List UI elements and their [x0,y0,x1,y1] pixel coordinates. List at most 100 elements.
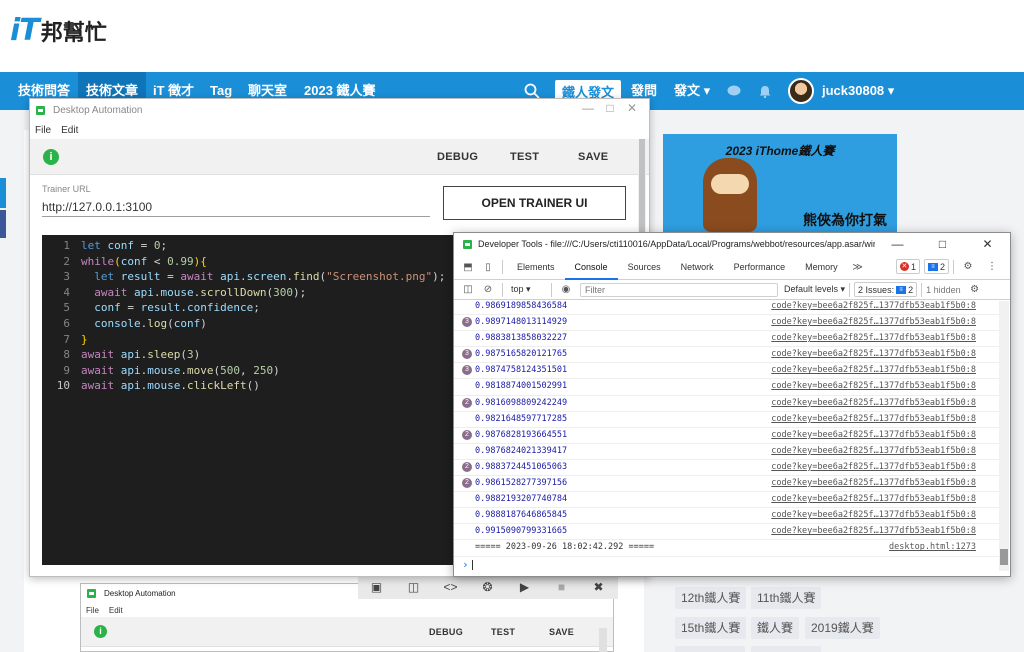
tab-network[interactable]: Network [671,255,724,280]
menu-edit[interactable]: Edit [61,125,78,136]
log-source-link[interactable]: code?key=bee6a2f825f…1377dfb53eab1f5b0:8 [771,398,976,408]
debug-button[interactable]: DEBUG [437,139,478,175]
console-prompt-row[interactable]: › [454,557,1000,573]
app2-scrollbar[interactable] [599,628,607,652]
test-button[interactable]: TEST [510,139,539,175]
site-logo[interactable]: iT 邦幫忙 [10,14,107,48]
menu-file[interactable]: File [86,606,99,615]
log-source-link[interactable]: code?key=bee6a2f825f…1377dfb53eab1f5b0:8 [771,365,976,375]
log-source-link[interactable]: code?key=bee6a2f825f…1377dfb53eab1f5b0:8 [771,494,976,504]
devtools-tabbar: ⬒ ▯ Elements Console Sources Network Per… [454,255,1010,280]
logo-text: 邦幫忙 [40,20,107,45]
trainer-url-input[interactable] [42,197,430,217]
code-line: 7} [42,332,445,348]
stop-icon[interactable]: ■ [543,580,580,594]
code-icon[interactable]: <> [432,580,469,594]
more-options-icon[interactable]: ⋮ [982,261,1002,272]
log-source-link[interactable]: code?key=bee6a2f825f…1377dfb53eab1f5b0:8 [771,349,976,359]
more-tabs-icon[interactable]: ≫ [848,262,868,273]
log-source-link[interactable]: code?key=bee6a2f825f…1377dfb53eab1f5b0:8 [771,510,976,520]
log-value: 0.9876828193664551 [475,429,568,440]
repeat-count-badge: 2 [462,397,472,408]
log-source-link[interactable]: code?key=bee6a2f825f…1377dfb53eab1f5b0:8 [771,462,976,472]
tag-2019-ironman[interactable]: 2019鐵人賽 [805,617,880,639]
log-source-link[interactable]: code?key=bee6a2f825f…1377dfb53eab1f5b0:8 [771,430,976,440]
close-circle-icon[interactable]: ✖ [580,580,617,594]
log-value: 0.9883813858032227 [475,333,568,344]
username-menu[interactable]: juck30808 ▾ [814,72,902,110]
write-dropdown[interactable]: 發文 ▾ [666,72,718,110]
tag-11th-ironman[interactable]: 11th鐵人賽 [751,587,822,609]
save-button[interactable]: SAVE [578,139,608,175]
sidebar-toggle-icon[interactable]: ◫ [458,284,478,295]
maximize-icon[interactable]: □ [599,101,621,115]
close-icon[interactable]: ✕ [621,101,643,115]
inspect-element-icon[interactable]: ⬒ [458,262,478,273]
console-filter-input[interactable] [580,282,778,297]
tab-console[interactable]: Console [564,255,618,280]
issues-label: 2 Issues: [858,284,895,295]
message-badge[interactable]: ≡ 2 [923,259,949,274]
maximize-icon[interactable]: □ [920,233,965,255]
save-button[interactable]: SAVE [549,617,574,647]
test-button[interactable]: TEST [491,617,515,647]
tag-12th-ironman[interactable]: 12th鐵人賽 [675,587,747,609]
log-source-link[interactable]: code?key=bee6a2f825f…1377dfb53eab1f5b0:8 [771,478,976,488]
tag-ironman[interactable]: 鐵人賽 [751,617,800,639]
tab-memory[interactable]: Memory [795,255,848,280]
issues-button[interactable]: 2 Issues: ≡ 2 [854,282,918,297]
tab-elements[interactable]: Elements [507,255,565,280]
divider [502,260,503,274]
log-source-link[interactable]: code?key=bee6a2f825f…1377dfb53eab1f5b0:8 [771,301,976,311]
code-line: 9 await api.mouse.move(500, 250) [42,363,445,379]
minimize-icon[interactable]: — [875,233,920,255]
log-source-link[interactable]: code?key=bee6a2f825f…1377dfb53eab1f5b0:8 [771,381,976,391]
log-value: 0.9861528277397156 [475,478,568,489]
chat-icon[interactable] [727,72,741,110]
open-trainer-ui-button[interactable]: OPEN TRAINER UI [443,186,626,220]
clear-console-icon[interactable]: ⊘ [478,284,498,295]
log-source-link[interactable]: code?key=bee6a2f825f…1377dfb53eab1f5b0:8 [771,333,976,343]
tab-sources[interactable]: Sources [618,255,671,280]
console-settings-gear-icon[interactable]: ⚙ [965,284,985,295]
console-log-row: 2 0.9876828193664551 code?key=bee6a2f825f…… [454,428,1000,444]
log-source-link[interactable]: code?key=bee6a2f825f…1377dfb53eab1f5b0:8 [771,446,976,456]
tab-performance[interactable]: Performance [724,255,796,280]
log-value: 0.9897148013114929 [475,317,568,328]
repeat-count-badge: 3 [462,349,472,360]
ironman-banner[interactable]: 2023 iThome鐵人賽 熊俠為你打氣 [663,134,897,234]
tag-partial[interactable] [675,646,745,652]
code-line: 6 console.log(conf) [42,316,445,332]
menu-edit[interactable]: Edit [109,606,123,615]
bell-icon[interactable] [759,72,771,110]
error-badge[interactable]: ✕ 1 [895,259,920,274]
screen-capture-icon[interactable]: ◫ [395,580,432,594]
play-icon[interactable]: ▶ [506,580,543,594]
minimize-icon[interactable]: — [577,101,599,115]
line-number: 6 [63,316,70,330]
app2-title: Desktop Automation [104,589,176,598]
app-icon [463,239,472,249]
settings-gear-icon[interactable]: ⚙ [958,261,978,272]
log-source-link[interactable]: code?key=bee6a2f825f…1377dfb53eab1f5b0:8 [771,526,976,536]
device-toolbar-icon[interactable]: ▯ [478,262,498,273]
log-source-link[interactable]: desktop.html:1273 [889,542,976,552]
aperture-icon[interactable]: ❂ [469,580,506,594]
log-levels-dropdown[interactable]: Default levels ▾ [784,284,845,295]
eye-icon[interactable]: ◉ [556,284,576,295]
debug-button[interactable]: DEBUG [429,617,463,647]
close-icon[interactable]: ✕ [965,233,1010,255]
menu-file[interactable]: File [35,125,51,136]
console-scrollbar-thumb[interactable] [1000,549,1008,565]
camera-icon[interactable]: ▣ [358,580,395,594]
trainer-url-label: Trainer URL [42,184,91,194]
console-scrollbar[interactable] [999,301,1009,571]
tag-partial-2[interactable] [751,646,821,652]
line-number: 10 [56,379,70,393]
log-source-link[interactable]: code?key=bee6a2f825f…1377dfb53eab1f5b0:8 [771,317,976,327]
context-selector[interactable]: top ▾ [511,284,547,295]
log-value: 0.9888187646865845 [475,510,568,521]
tag-15th-ironman[interactable]: 15th鐵人賽 [675,617,747,639]
log-source-link[interactable]: code?key=bee6a2f825f…1377dfb53eab1f5b0:8 [771,414,976,424]
user-avatar[interactable] [788,78,814,104]
